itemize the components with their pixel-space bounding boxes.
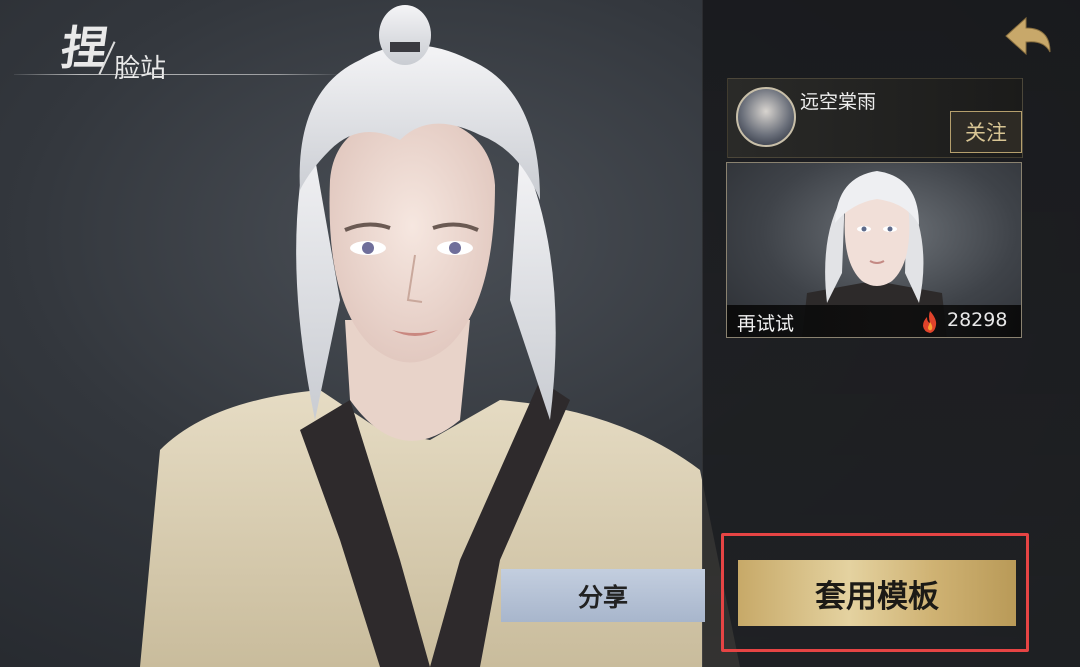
author-card: 远空棠雨 关注 [727,78,1023,158]
retry-label[interactable]: 再试试 [737,309,794,336]
template-footer: 再试试 28298 [727,305,1021,337]
share-button[interactable]: 分享 [501,569,705,622]
author-name: 远空棠雨 [800,91,877,113]
follow-button[interactable]: 关注 [950,111,1022,153]
avatar[interactable] [736,87,796,147]
template-preview-card[interactable]: 再试试 28298 [726,162,1022,338]
back-arrow-icon[interactable] [1000,12,1056,64]
popularity-count: 28298 [947,309,1008,331]
fire-icon [923,311,937,333]
apply-template-button[interactable]: 套用模板 [738,560,1016,626]
character-portrait [140,5,740,667]
